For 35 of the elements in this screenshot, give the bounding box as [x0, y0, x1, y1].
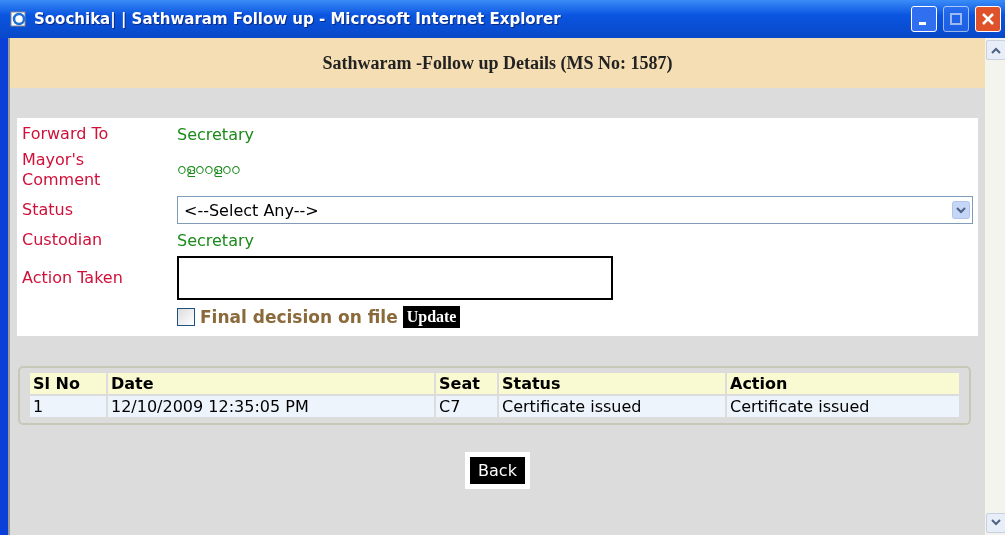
- field-label: Custodian: [22, 230, 104, 250]
- scroll-up-button[interactable]: [986, 40, 1005, 60]
- table-cell: Certificate issued: [499, 396, 725, 417]
- back-button[interactable]: Back: [465, 452, 530, 489]
- field-label: Forward To: [22, 124, 110, 144]
- status-dropdown[interactable]: <--Select Any-->: [177, 196, 973, 224]
- final-decision-checkbox[interactable]: [177, 308, 195, 326]
- close-icon: [982, 13, 994, 25]
- column-header: Status: [499, 373, 725, 394]
- field-label: Mayor's Comment: [22, 150, 102, 190]
- column-header: Seat: [436, 373, 497, 394]
- close-button[interactable]: [975, 6, 1001, 32]
- table-cell: 12/10/2009 12:35:05 PM: [108, 396, 434, 417]
- table-cell: Certificate issued: [727, 396, 959, 417]
- field-label: Action Taken: [22, 268, 124, 288]
- table-cell: 1: [30, 396, 106, 417]
- column-header: Action: [727, 373, 959, 394]
- table-cell: C7: [436, 396, 497, 417]
- checkbox-label: Final decision on file: [200, 307, 398, 327]
- maximize-icon: [950, 13, 962, 25]
- window-title: Soochika| | Sathwaram Follow up - Microsoft Internet Explorer: [34, 10, 562, 28]
- column-header: Sl No: [30, 373, 106, 394]
- action-taken-field[interactable]: [177, 256, 613, 300]
- update-button[interactable]: Update: [402, 306, 461, 328]
- field-value: Secretary: [177, 124, 255, 144]
- page-heading: Sathwaram -Follow up Details (MS No: 1587): [10, 38, 985, 88]
- field-value: Secretary: [177, 230, 255, 250]
- minimize-button[interactable]: [911, 6, 937, 32]
- column-header: Date: [108, 373, 434, 394]
- comment-text: ഠളഠഠളഠഠ: [177, 162, 241, 178]
- maximize-button[interactable]: [943, 6, 969, 32]
- browser-icon: [10, 10, 28, 28]
- field-label: Status: [22, 200, 74, 220]
- minimize-icon: [918, 21, 926, 25]
- scroll-down-button[interactable]: [986, 513, 1005, 533]
